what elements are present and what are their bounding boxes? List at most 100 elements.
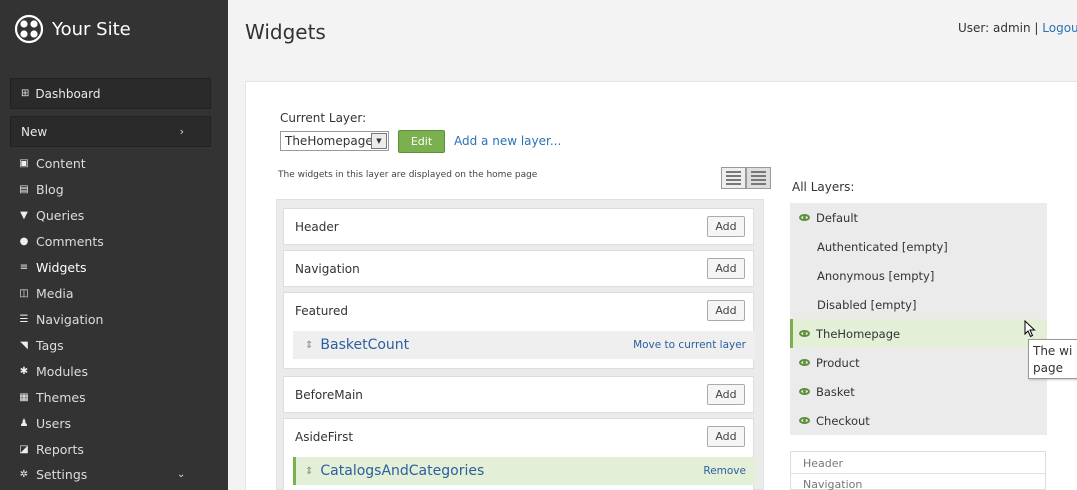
eye-icon — [799, 359, 810, 366]
page-title: Widgets — [245, 20, 326, 44]
list-layout-icon[interactable] — [721, 167, 746, 189]
sidebar: Your Site ⊞ Dashboard New › ▣ Content ▤ Bl… — [0, 0, 228, 490]
brand[interactable]: Your Site — [14, 14, 131, 44]
divider — [791, 473, 1045, 474]
user-icon: ♟ — [19, 417, 29, 429]
layer-item-anonymous[interactable]: Anonymous [empty] — [790, 261, 1047, 290]
sidebar-item-modules[interactable]: ✱ Modules — [17, 361, 88, 381]
widget-catalogsandcategories[interactable]: ⇕ CatalogsAndCategories Remove — [293, 457, 755, 485]
layer-name: Checkout — [816, 413, 870, 428]
layer-item-authenticated[interactable]: Authenticated [empty] — [790, 232, 1047, 261]
sidebar-item-queries[interactable]: ▼ Queries — [17, 205, 84, 225]
sidebar-item-label: Settings — [36, 466, 88, 482]
navigation-icon: ☰ — [19, 313, 29, 325]
site-logo-icon — [14, 14, 44, 44]
all-layers-title: All Layers: — [792, 180, 855, 194]
sidebar-item-media[interactable]: ◫ Media — [17, 283, 74, 303]
add-widget-button[interactable]: Add — [707, 216, 745, 237]
drag-handle-icon[interactable]: ⇕ — [305, 466, 313, 477]
layer-name: Anonymous [empty] — [817, 268, 935, 283]
sidebar-item-tags[interactable]: ◥ Tags — [17, 335, 64, 355]
sidebar-item-settings[interactable]: ✲ Settings ⌄ — [17, 464, 207, 484]
widget-basketcount[interactable]: ⇕ BasketCount Move to current layer — [293, 331, 755, 359]
eye-icon — [799, 417, 810, 424]
sidebar-item-label: New — [21, 124, 48, 139]
logout-link[interactable]: Logou — [1042, 21, 1077, 35]
widget-name[interactable]: CatalogsAndCategories — [320, 463, 484, 479]
sidebar-item-themes[interactable]: ▦ Themes — [17, 387, 85, 407]
sidebar-item-label: Tags — [36, 337, 64, 353]
sidebar-item-label: Users — [36, 415, 72, 431]
comment-icon: ● — [19, 235, 29, 247]
remove-widget-link[interactable]: Remove — [703, 465, 746, 477]
sidebar-item-content[interactable]: ▣ Content — [17, 153, 85, 173]
layer-item-thehomepage[interactable]: TheHomepage — [790, 319, 1047, 348]
eye-icon — [799, 330, 810, 337]
gear-icon: ✲ — [19, 468, 29, 480]
compact-layout-icon[interactable] — [746, 167, 771, 189]
sidebar-item-label: Reports — [36, 441, 84, 457]
widget-name[interactable]: BasketCount — [320, 337, 409, 353]
modules-icon: ✱ — [19, 365, 29, 377]
zone-beforemain: BeforeMain Add — [283, 376, 754, 413]
layer-name: Product — [816, 355, 860, 370]
layer-item-disabled[interactable]: Disabled [empty] — [790, 290, 1047, 319]
layer-item-product[interactable]: Product — [790, 348, 1047, 377]
themes-icon: ▦ — [19, 391, 29, 403]
zone-name: Navigation — [295, 262, 360, 276]
sidebar-item-dashboard[interactable]: ⊞ Dashboard — [10, 78, 211, 109]
zone-name: Header — [295, 220, 339, 234]
blog-icon: ▤ — [19, 183, 29, 195]
filter-icon: ▼ — [20, 209, 28, 221]
add-widget-button[interactable]: Add — [707, 426, 745, 447]
sidebar-item-reports[interactable]: ◪ Reports — [17, 439, 84, 459]
add-widget-button[interactable]: Add — [707, 384, 745, 405]
eye-icon — [799, 214, 810, 221]
current-layer-value: TheHomepage — [285, 134, 373, 148]
sidebar-item-label: Dashboard — [35, 86, 101, 101]
media-icon: ◫ — [19, 287, 29, 299]
add-widget-button[interactable]: Add — [707, 258, 745, 279]
sidebar-item-widgets[interactable]: ≡ Widgets — [17, 257, 87, 277]
tooltip: The wi page — [1028, 339, 1077, 379]
sidebar-item-users[interactable]: ♟ Users — [17, 413, 72, 433]
current-layer-select[interactable]: TheHomepage ▼ — [280, 131, 389, 151]
add-new-layer-link[interactable]: Add a new layer... — [454, 134, 561, 148]
sidebar-item-new[interactable]: New › — [10, 116, 211, 147]
widgets-icon: ≡ — [19, 261, 29, 273]
sidebar-item-comments[interactable]: ● Comments — [17, 231, 104, 251]
layer-name: TheHomepage — [816, 326, 901, 341]
layer-name: Default — [816, 210, 859, 225]
tooltip-line: page — [1033, 361, 1063, 375]
layer-name: Basket — [816, 384, 855, 399]
edit-layer-button[interactable]: Edit — [398, 130, 445, 153]
zone-navigation: Navigation Add — [283, 250, 754, 287]
tag-icon: ◥ — [20, 339, 28, 351]
dropdown-arrow-icon[interactable]: ▼ — [371, 133, 387, 149]
move-to-current-layer-link[interactable]: Move to current layer — [633, 339, 746, 351]
layer-zones-preview: Header Navigation — [790, 451, 1046, 490]
current-layer-label: Current Layer: — [280, 111, 367, 125]
tooltip-line: The wi — [1033, 344, 1073, 358]
user-label: User: admin | — [958, 21, 1043, 35]
preview-zone-navigation: Navigation — [803, 478, 863, 490]
reports-icon: ◪ — [19, 443, 29, 455]
sidebar-item-navigation[interactable]: ☰ Navigation — [17, 309, 104, 329]
zone-name: AsideFirst — [295, 430, 354, 444]
content-icon: ▣ — [19, 157, 29, 169]
sidebar-item-label: Media — [36, 285, 74, 301]
add-widget-button[interactable]: Add — [707, 300, 745, 321]
sidebar-item-blog[interactable]: ▤ Blog — [17, 179, 63, 199]
preview-zone-header: Header — [803, 457, 844, 470]
user-info: User: admin | Logou — [958, 21, 1077, 35]
sidebar-item-label: Widgets — [36, 259, 87, 275]
drag-handle-icon[interactable]: ⇕ — [305, 340, 313, 351]
chevron-down-icon: ⌄ — [177, 468, 186, 480]
mouse-cursor-icon — [1024, 320, 1036, 338]
layer-item-basket[interactable]: Basket — [790, 377, 1047, 406]
layer-item-default[interactable]: Default — [790, 203, 1047, 232]
zone-header: Header Add — [283, 208, 754, 245]
zone-name: BeforeMain — [295, 388, 363, 402]
layout-toggle[interactable] — [721, 167, 771, 189]
layer-item-checkout[interactable]: Checkout — [790, 406, 1047, 435]
